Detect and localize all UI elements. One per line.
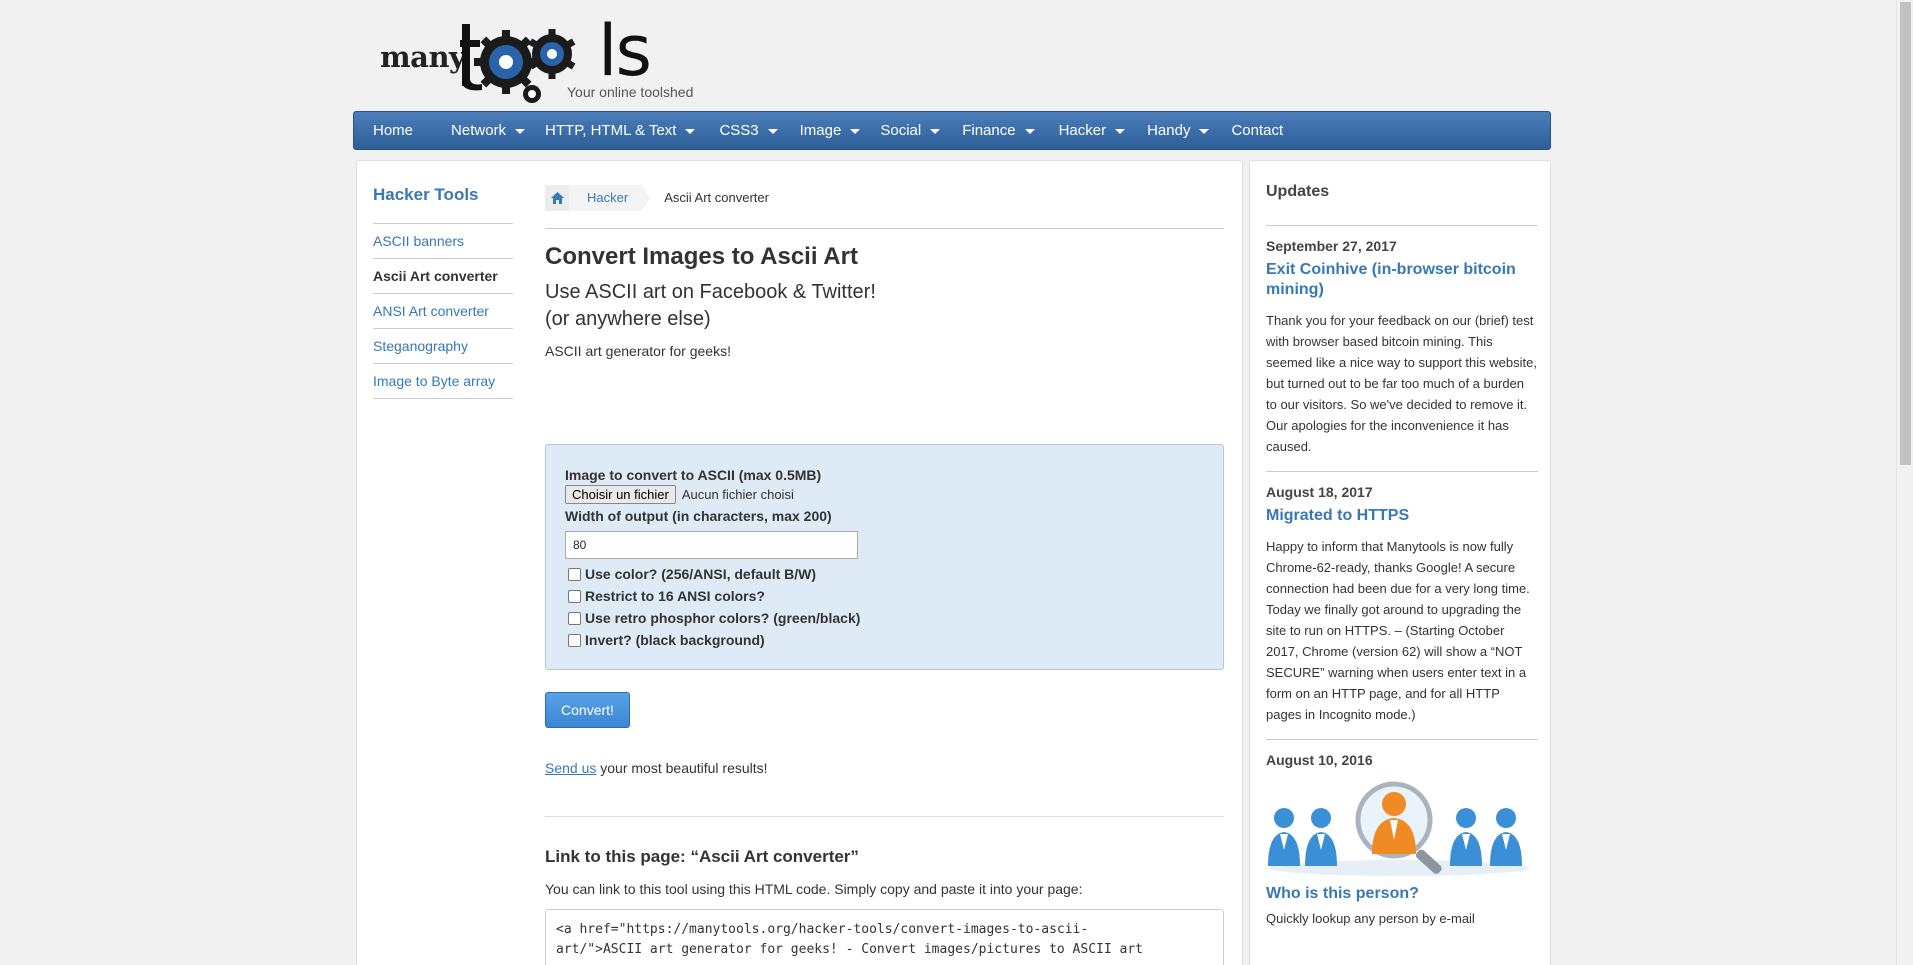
home-icon (550, 192, 564, 204)
nav-item-hacker[interactable]: Hacker (1059, 122, 1126, 139)
update-item: September 27, 2017 Exit Coinhive (in-bro… (1266, 226, 1538, 472)
color-checkbox[interactable] (568, 567, 581, 581)
update-item: August 10, 2016 Who is this person? Quic… (1266, 740, 1538, 926)
update-headline-link[interactable]: Exit Coinhive (in-browser bitcoin mining… (1266, 260, 1538, 300)
nav-item-label: Contact (1231, 122, 1284, 139)
link-section-title: Link to this page: “Ascii Art converter” (545, 847, 859, 866)
subtitle-line-1: Use ASCII art on Facebook & Twitter! (545, 281, 876, 303)
main-panel: Hacker Tools ASCII banners Ascii Art con… (356, 160, 1243, 965)
nav-item-label: Network (451, 122, 507, 139)
nav-item-label: Social (880, 122, 922, 139)
sidebar-item-ascii-art-converter[interactable]: Ascii Art converter (373, 259, 513, 294)
nav-item-label: Home (373, 122, 414, 139)
chevron-down-icon (850, 129, 861, 134)
width-value: 80 (573, 538, 587, 552)
page-scrollbar[interactable] (1896, 0, 1913, 965)
ansi16-checkbox[interactable] (568, 589, 581, 603)
retro-label: Use retro phosphor colors? (green/black) (585, 610, 861, 626)
convert-button[interactable]: Convert! (545, 692, 630, 728)
chevron-down-icon (767, 129, 778, 134)
update-date: September 27, 2017 (1266, 238, 1397, 254)
send-results-line: Send us your most beautiful results! (545, 760, 1224, 776)
divider (545, 816, 1224, 817)
nav-item-http-html-text[interactable]: HTTP, HTML & Text (545, 122, 696, 139)
logo-many-text: many (380, 40, 466, 74)
chevron-down-icon (685, 129, 696, 134)
file-status: Aucun fichier choisi (681, 487, 794, 502)
updates-panel: Updates September 27, 2017 Exit Coinhive… (1249, 160, 1551, 965)
nav-item-contact[interactable]: Contact (1231, 122, 1283, 139)
invert-label: Invert? (black background) (585, 632, 765, 648)
nav-item-handy[interactable]: Handy (1147, 122, 1210, 139)
logo-ls-text: ls (598, 10, 652, 92)
image-label: Image to convert to ASCII (max 0.5MB) (565, 467, 822, 483)
sidebar-item-ansi-art-converter[interactable]: ANSI Art converter (373, 294, 513, 329)
page-description: ASCII art generator for geeks! (545, 343, 731, 359)
updates: Updates September 27, 2017 Exit Coinhive… (1266, 183, 1538, 926)
people-search-illustration[interactable] (1266, 776, 1532, 876)
nav-item-label: HTTP, HTML & Text (545, 122, 677, 139)
breadcrumb: Hacker Ascii Art converter (545, 185, 1224, 229)
nav-item-label: Handy (1147, 122, 1191, 139)
logo-tagline: Your online toolshed (567, 84, 694, 100)
sidebar: Hacker Tools ASCII banners Ascii Art con… (373, 185, 513, 399)
color-label: Use color? (256/ANSI, default B/W) (585, 566, 817, 582)
code-line-1: <a href="https://manytools.org/hacker-to… (556, 922, 1089, 937)
update-headline-link[interactable]: Who is this person? (1266, 885, 1538, 903)
update-item: August 18, 2017 Migrated to HTTPS Happy … (1266, 472, 1538, 740)
embed-code-box[interactable]: <a href="https://manytools.org/hacker-to… (545, 909, 1224, 965)
update-date: August 10, 2016 (1266, 752, 1373, 768)
main-nav: Home Network HTTP, HTML & Text CSS3 Image Soc… (353, 111, 1551, 150)
page-title: Convert Images to Ascii Art (545, 243, 858, 270)
chevron-down-icon (930, 129, 941, 134)
ansi16-label: Restrict to 16 ANSI colors? (585, 588, 765, 604)
width-label: Width of output (in characters, max 200) (565, 508, 832, 524)
scrollbar-thumb[interactable] (1900, 2, 1911, 465)
choose-file-button[interactable]: Choisir un fichier (565, 485, 676, 504)
chevron-down-icon (515, 129, 526, 134)
width-input[interactable]: 80 (565, 531, 858, 559)
breadcrumb-current: Ascii Art converter (664, 190, 769, 205)
sidebar-item-image-to-byte-array[interactable]: Image to Byte array (373, 364, 513, 399)
nav-item-social[interactable]: Social (880, 122, 941, 139)
update-text: Happy to inform that Manytools is now fu… (1266, 539, 1530, 722)
nav-item-css3[interactable]: CSS3 (719, 122, 778, 139)
invert-checkbox[interactable] (568, 633, 581, 647)
send-rest-text: your most beautiful results! (596, 760, 768, 776)
site-logo[interactable]: many ls Your online toolshed (380, 10, 700, 104)
nav-item-label: CSS3 (719, 122, 759, 139)
page-subtitle: Use ASCII art on Facebook & Twitter! (or… (545, 279, 1224, 333)
nav-item-finance[interactable]: Finance (962, 122, 1035, 139)
send-us-link[interactable]: Send us (545, 760, 596, 776)
option-retro[interactable]: Use retro phosphor colors? (green/black) (565, 607, 1204, 629)
sidebar-item-ascii-banners[interactable]: ASCII banners (373, 224, 513, 259)
updates-title: Updates (1266, 183, 1538, 226)
convert-form: Image to convert to ASCII (max 0.5MB) Ch… (545, 444, 1224, 670)
chevron-down-icon (1199, 129, 1210, 134)
code-line-2: art/">ASCII art generator for geeks! - C… (556, 942, 1143, 957)
option-invert[interactable]: Invert? (black background) (565, 629, 1204, 651)
breadcrumb-hacker[interactable]: Hacker (569, 185, 651, 211)
sidebar-item-steganography[interactable]: Steganography (373, 329, 513, 364)
option-ansi16[interactable]: Restrict to 16 ANSI colors? (565, 585, 1204, 607)
nav-item-home[interactable]: Home (373, 122, 413, 139)
nav-item-label: Finance (962, 122, 1016, 139)
update-text: Thank you for your feedback on our (brie… (1266, 313, 1537, 454)
link-section-description: You can link to this tool using this HTM… (545, 881, 1083, 897)
nav-item-network[interactable]: Network (451, 122, 526, 139)
nav-item-label: Hacker (1058, 122, 1107, 139)
sidebar-title: Hacker Tools (373, 185, 479, 204)
option-color[interactable]: Use color? (256/ANSI, default B/W) (565, 563, 1204, 585)
nav-item-image[interactable]: Image (800, 122, 861, 139)
update-headline-link[interactable]: Migrated to HTTPS (1266, 506, 1538, 526)
subtitle-line-2: (or anywhere else) (545, 308, 711, 330)
update-text: Quickly lookup any person by e-mail (1266, 911, 1475, 926)
update-date: August 18, 2017 (1266, 484, 1373, 500)
nav-item-label: Image (799, 122, 842, 139)
chevron-down-icon (1024, 129, 1035, 134)
breadcrumb-home[interactable] (545, 185, 577, 211)
retro-checkbox[interactable] (568, 611, 581, 625)
main-content: Hacker Ascii Art converter Convert Image… (545, 185, 1224, 965)
chevron-down-icon (1115, 129, 1126, 134)
